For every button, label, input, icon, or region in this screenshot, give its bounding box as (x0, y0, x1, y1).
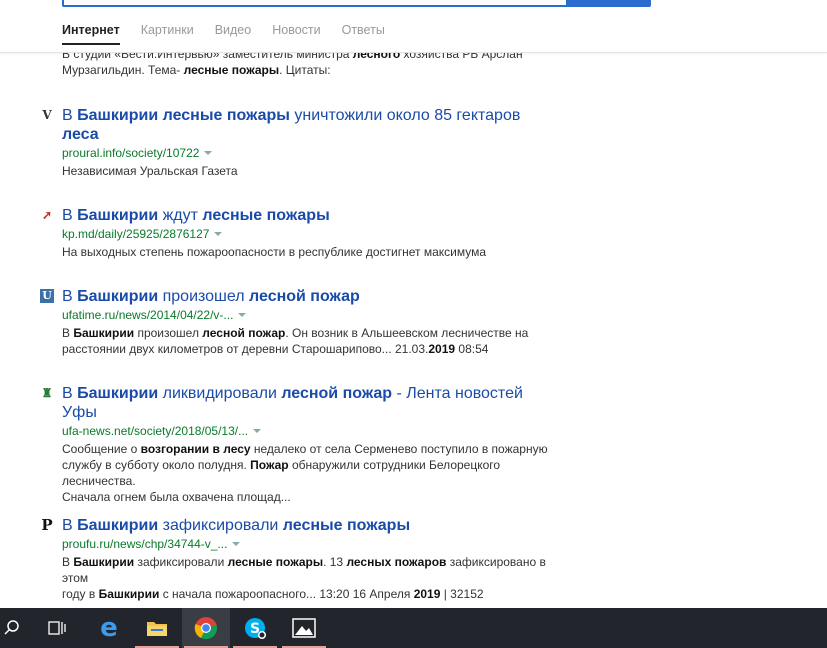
favicon-icon: U (40, 289, 54, 303)
result-snippet: В Башкирии зафиксировали лесные пожары. … (62, 555, 546, 601)
favicon-icon: ♜ (41, 386, 53, 400)
file-explorer-icon[interactable] (133, 608, 181, 648)
dropdown-arrow-icon[interactable] (232, 542, 241, 546)
tab-news[interactable]: Новости (272, 23, 320, 45)
search-icon[interactable] (0, 608, 36, 648)
dropdown-arrow-icon[interactable] (214, 232, 223, 236)
result-url[interactable]: proural.info/society/10722 (62, 146, 213, 160)
result-snippet: Сообщение о возгорании в лесу недалеко о… (62, 442, 548, 504)
search-header: Интернет Картинки Видео Новости Ответы (0, 0, 827, 53)
chrome-icon[interactable] (182, 608, 230, 648)
favicon-icon: ➚ (41, 208, 53, 222)
edge-icon[interactable]: e (85, 608, 133, 648)
dropdown-arrow-icon[interactable] (238, 313, 247, 317)
result-url[interactable]: ufatime.ru/news/2014/04/22/v-... (62, 308, 247, 322)
dropdown-arrow-icon[interactable] (253, 429, 262, 433)
task-view-icon[interactable] (33, 608, 81, 648)
result-snippet: На выходных степень пожароопасности в ре… (62, 245, 487, 259)
result-url[interactable]: ufa-news.net/society/2018/05/13/... (62, 424, 262, 438)
result-title-link[interactable]: В Башкирии лесные пожары уничтожили окол… (62, 106, 542, 144)
result-snippet: Независимая Уральская Газета (62, 164, 238, 178)
taskbar: e S (0, 608, 827, 648)
search-tabs: Интернет Картинки Видео Новости Ответы (62, 23, 406, 45)
result-title-link[interactable]: В Башкирии зафиксировали лесные пожары (62, 516, 542, 535)
search-button[interactable] (566, 0, 651, 7)
favicon-icon: V (42, 108, 52, 122)
photos-icon[interactable] (280, 608, 328, 648)
dropdown-arrow-icon[interactable] (204, 151, 213, 155)
search-input[interactable] (62, 0, 572, 7)
result-title-link[interactable]: В Башкирии произошел лесной пожар (62, 287, 542, 306)
favicon-icon: P (41, 516, 53, 534)
tab-images[interactable]: Картинки (141, 23, 194, 45)
skype-icon[interactable]: S (231, 608, 279, 648)
tab-answers[interactable]: Ответы (342, 23, 385, 45)
tab-video[interactable]: Видео (215, 23, 252, 45)
result-snippet: В Башкирии произошел лесной пожар. Он во… (62, 326, 529, 356)
result-url[interactable]: kp.md/daily/25925/2876127 (62, 227, 223, 241)
result-title-link[interactable]: В Башкирии ликвидировали лесной пожар - … (62, 384, 542, 422)
result-title-link[interactable]: В Башкирии ждут лесные пожары (62, 206, 542, 225)
tab-internet[interactable]: Интернет (62, 23, 120, 45)
result-url[interactable]: proufu.ru/news/chp/34744-v_... (62, 537, 241, 551)
